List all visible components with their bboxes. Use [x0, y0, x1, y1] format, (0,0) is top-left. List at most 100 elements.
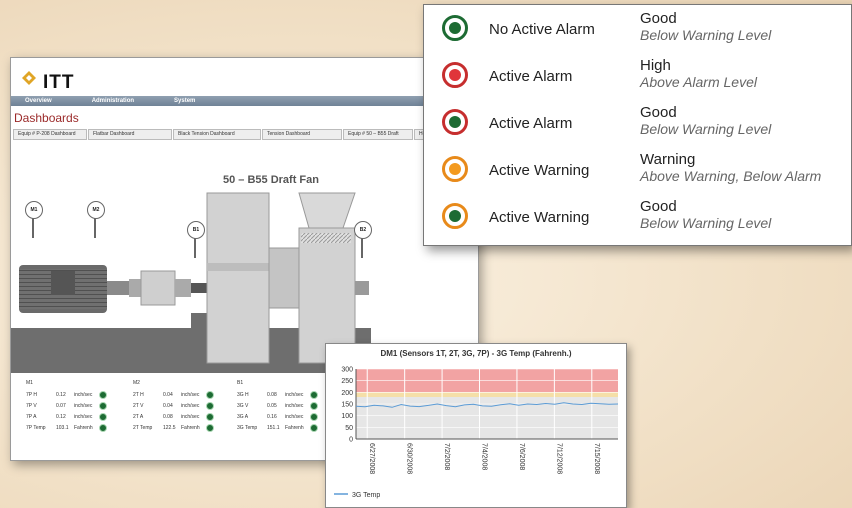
reading-value: 0.16	[267, 413, 277, 420]
reading-unit: inch/sec	[285, 391, 304, 398]
reading-row: 2T Temp 122.5 Fahrenh	[133, 422, 214, 433]
reading-unit: inch/sec	[285, 402, 304, 409]
status-indicator-icon[interactable]	[206, 390, 214, 399]
level-name: Good	[640, 10, 677, 27]
reading-row: 3G V 0.05 inch/sec	[237, 400, 318, 411]
reading-row: 7P V 0.07 inch/sec	[26, 400, 107, 411]
reading-value: 0.07	[56, 402, 66, 409]
level-desc: Below Warning Level	[640, 27, 772, 43]
reading-row: 3G H 0.08 inch/sec	[237, 389, 318, 400]
warning-band	[356, 392, 618, 397]
readings-header: M2	[133, 380, 140, 386]
tab-flatbar[interactable]: Flatbar Dashboard	[88, 129, 172, 140]
level-desc: Above Alarm Level	[640, 74, 757, 90]
status-core	[449, 69, 461, 81]
status-indicator-icon[interactable]	[99, 412, 107, 421]
readings-m1: M1 7P H 0.12 inch/sec 7P V 0.07 inch/sec 7P …	[26, 380, 107, 433]
status-indicator-icon[interactable]	[310, 412, 318, 421]
x-tick-label: 7/6/2008	[518, 443, 525, 470]
reading-unit: Fahrenh	[181, 424, 200, 431]
reading-unit: inch/sec	[74, 391, 93, 398]
legend-label: 3G Temp	[352, 492, 380, 499]
reading-row: 2T A 0.08 inch/sec	[133, 411, 214, 422]
x-tick-label: 7/2/2008	[443, 443, 450, 470]
trend-chart: 6/27/2008 6/30/2008 7/2/2008 7/4/2008 7/6/20…	[334, 367, 619, 499]
y-tick-label: 50	[345, 425, 353, 432]
coupling	[129, 270, 209, 306]
legend-level: Good Below Warning Level	[640, 105, 772, 138]
y-tick-label: 0	[349, 437, 353, 444]
legend-status: Active Alarm	[489, 115, 573, 132]
tab-tension[interactable]: Tension Dashboard	[262, 129, 342, 140]
itt-logo-icon	[22, 71, 36, 85]
level-desc: Below Warning Level	[640, 215, 772, 231]
sensor-b1[interactable]: B1	[187, 221, 205, 239]
menu-overview[interactable]: Overview	[25, 96, 52, 106]
status-indicator-icon[interactable]	[310, 423, 318, 432]
status-indicator-icon[interactable]	[206, 423, 214, 432]
status-ring-icon	[442, 15, 468, 41]
reading-name: 2T A	[133, 413, 144, 420]
reading-name: 7P A	[26, 413, 37, 420]
reading-name: 3G A	[237, 413, 249, 420]
status-indicator-icon[interactable]	[206, 412, 214, 421]
x-tick-label: 7/4/2008	[481, 443, 488, 470]
reading-name: 2T H	[133, 391, 144, 398]
reading-name: 2T V	[133, 402, 144, 409]
tab-equip-50[interactable]: Equip # 50 – B55 Draft	[343, 129, 413, 140]
reading-row: 2T V 0.04 inch/sec	[133, 400, 214, 411]
legend-row: Active Warning Good Below Warning Level	[424, 195, 851, 241]
legend-row: Active Alarm High Above Alarm Level	[424, 54, 851, 100]
reading-unit: inch/sec	[74, 413, 93, 420]
reading-name: 7P Temp	[26, 424, 46, 431]
page-title: Dashboards	[14, 111, 79, 125]
tab-black-tension[interactable]: Black Tension Dashboard	[173, 129, 261, 140]
reading-name: 7P H	[26, 391, 38, 398]
reading-name: 2T Temp	[133, 424, 153, 431]
status-indicator-icon[interactable]	[310, 401, 318, 410]
sensor-m2-stem	[94, 218, 96, 238]
sensor-b2-stem	[361, 238, 363, 258]
status-indicator-icon[interactable]	[99, 423, 107, 432]
legend-row: Active Alarm Good Below Warning Level	[424, 101, 851, 147]
legend-status: Active Warning	[489, 162, 590, 179]
legend-level: High Above Alarm Level	[640, 58, 757, 91]
reading-value: 0.12	[56, 391, 66, 398]
reading-unit: inch/sec	[181, 402, 200, 409]
readings-header: B1	[237, 380, 244, 386]
level-desc: Below Warning Level	[640, 121, 772, 137]
sensor-m2[interactable]: M2	[87, 201, 105, 219]
status-indicator-icon[interactable]	[99, 401, 107, 410]
reading-name: 7P V	[26, 402, 37, 409]
tab-p208[interactable]: Equip # P-208 Dashboard	[13, 129, 87, 140]
reading-row: 7P H 0.12 inch/sec	[26, 389, 107, 400]
reading-unit: Fahrenh	[74, 424, 93, 431]
status-ring-icon	[442, 156, 468, 182]
legend-level: Good Below Warning Level	[640, 199, 772, 232]
menu-system[interactable]: System	[174, 96, 195, 106]
sensor-m1[interactable]: M1	[25, 201, 43, 219]
legend-row: No Active Alarm Good Below Warning Level	[424, 7, 851, 53]
status-legend: No Active Alarm Good Below Warning Level …	[423, 4, 852, 246]
reading-row: 7P Temp 103.1 Fahrenh	[26, 422, 107, 433]
x-tick-label: 7/12/2008	[555, 443, 562, 474]
status-core	[449, 116, 461, 128]
status-indicator-icon[interactable]	[99, 390, 107, 399]
y-tick-label: 100	[341, 413, 353, 420]
reading-name: 3G V	[237, 402, 249, 409]
sensor-b2[interactable]: B2	[354, 221, 372, 239]
status-ring-icon	[442, 109, 468, 135]
reading-row: 7P A 0.12 inch/sec	[26, 411, 107, 422]
menu-administration[interactable]: Administration	[92, 96, 134, 106]
reading-value: 0.08	[267, 391, 277, 398]
status-indicator-icon[interactable]	[206, 401, 214, 410]
sensor-b1-stem	[194, 238, 196, 258]
reading-unit: inch/sec	[181, 391, 200, 398]
dashboard-tabs: Equip # P-208 Dashboard Flatbar Dashboar…	[13, 129, 475, 141]
status-indicator-icon[interactable]	[310, 390, 318, 399]
status-core	[449, 210, 461, 222]
header: ITT	[11, 58, 478, 96]
reading-row: 3G Temp 151.1 Fahrenh	[237, 422, 318, 433]
y-tick-label: 200	[341, 390, 353, 397]
x-tick-label: 6/30/2008	[406, 443, 413, 474]
